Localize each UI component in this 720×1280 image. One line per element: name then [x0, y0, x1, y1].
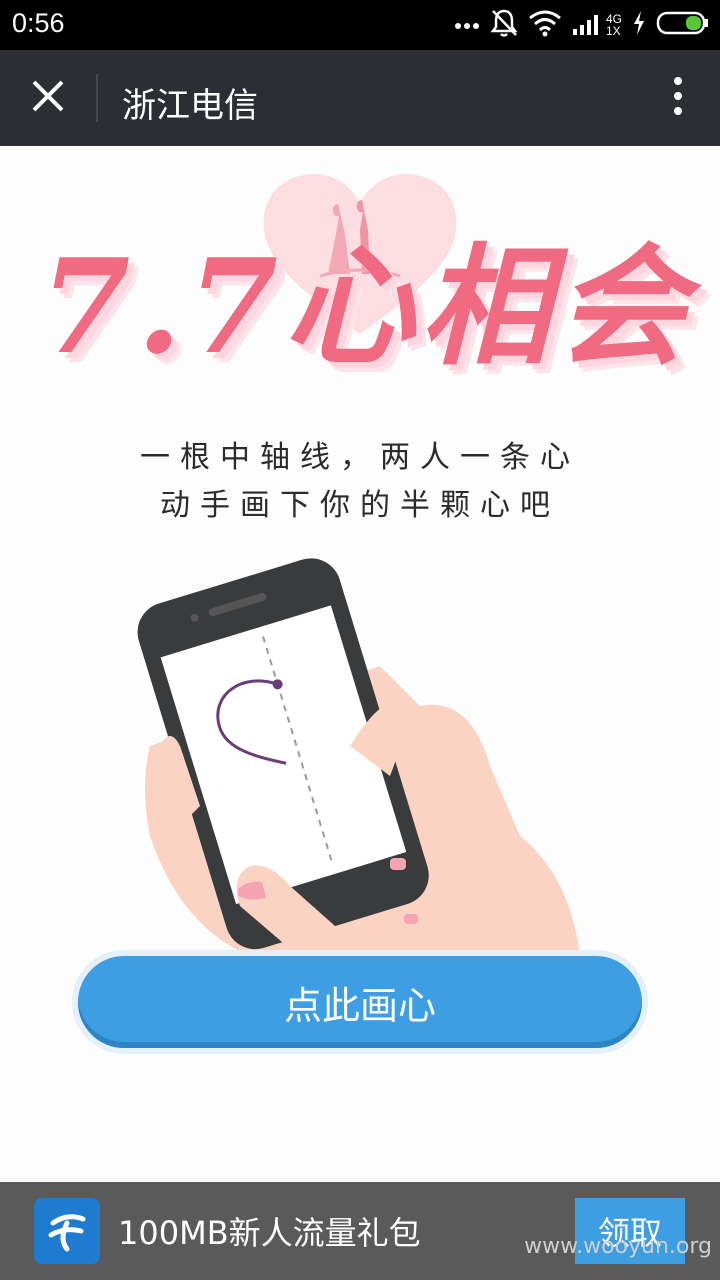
banner: 7.7心相会 — [0, 146, 720, 396]
promo-bar: 100MB新人流量礼包 领取 www.wooyun.org — [0, 1182, 720, 1280]
status-time: 0:56 — [12, 8, 65, 38]
charging-icon — [632, 10, 646, 40]
more-button[interactable] — [658, 70, 698, 126]
telecom-logo-icon — [34, 1198, 100, 1264]
header-divider — [96, 74, 98, 122]
bell-muted-icon — [490, 8, 518, 42]
cta-wrapper: 点此画心 — [72, 950, 648, 1054]
network-sub: 1X — [605, 24, 621, 38]
banner-headline: 7.7心相会 — [40, 230, 693, 383]
more-vertical-icon — [673, 76, 683, 120]
status-icons: 4G 1X — [454, 8, 710, 42]
signal-icon: 4G 1X — [572, 13, 622, 37]
battery-icon — [656, 10, 710, 40]
close-icon — [31, 79, 65, 117]
promo-text: 100MB新人流量礼包 — [118, 1214, 421, 1252]
watermark: www.wooyun.org — [524, 1234, 712, 1259]
draw-heart-button[interactable]: 点此画心 — [78, 956, 642, 1048]
subtitle-line-2: 动手画下你的半颗心吧 — [160, 488, 560, 523]
phone-drawing-illustration — [137, 558, 580, 966]
status-bar: 0:56 4G 1X — [0, 0, 720, 50]
wifi-icon — [528, 9, 562, 41]
page-title: 浙江电信 — [122, 86, 258, 126]
close-button[interactable] — [18, 68, 78, 128]
header-bar: 浙江电信 — [0, 50, 720, 146]
main-content: 7.7心相会 一根中轴线，两人一条心 动手画下你的半颗心吧 点此画心 — [0, 146, 720, 1182]
dots-icon — [454, 16, 480, 35]
subtitle-line-1: 一根中轴线，两人一条心 — [140, 440, 580, 475]
